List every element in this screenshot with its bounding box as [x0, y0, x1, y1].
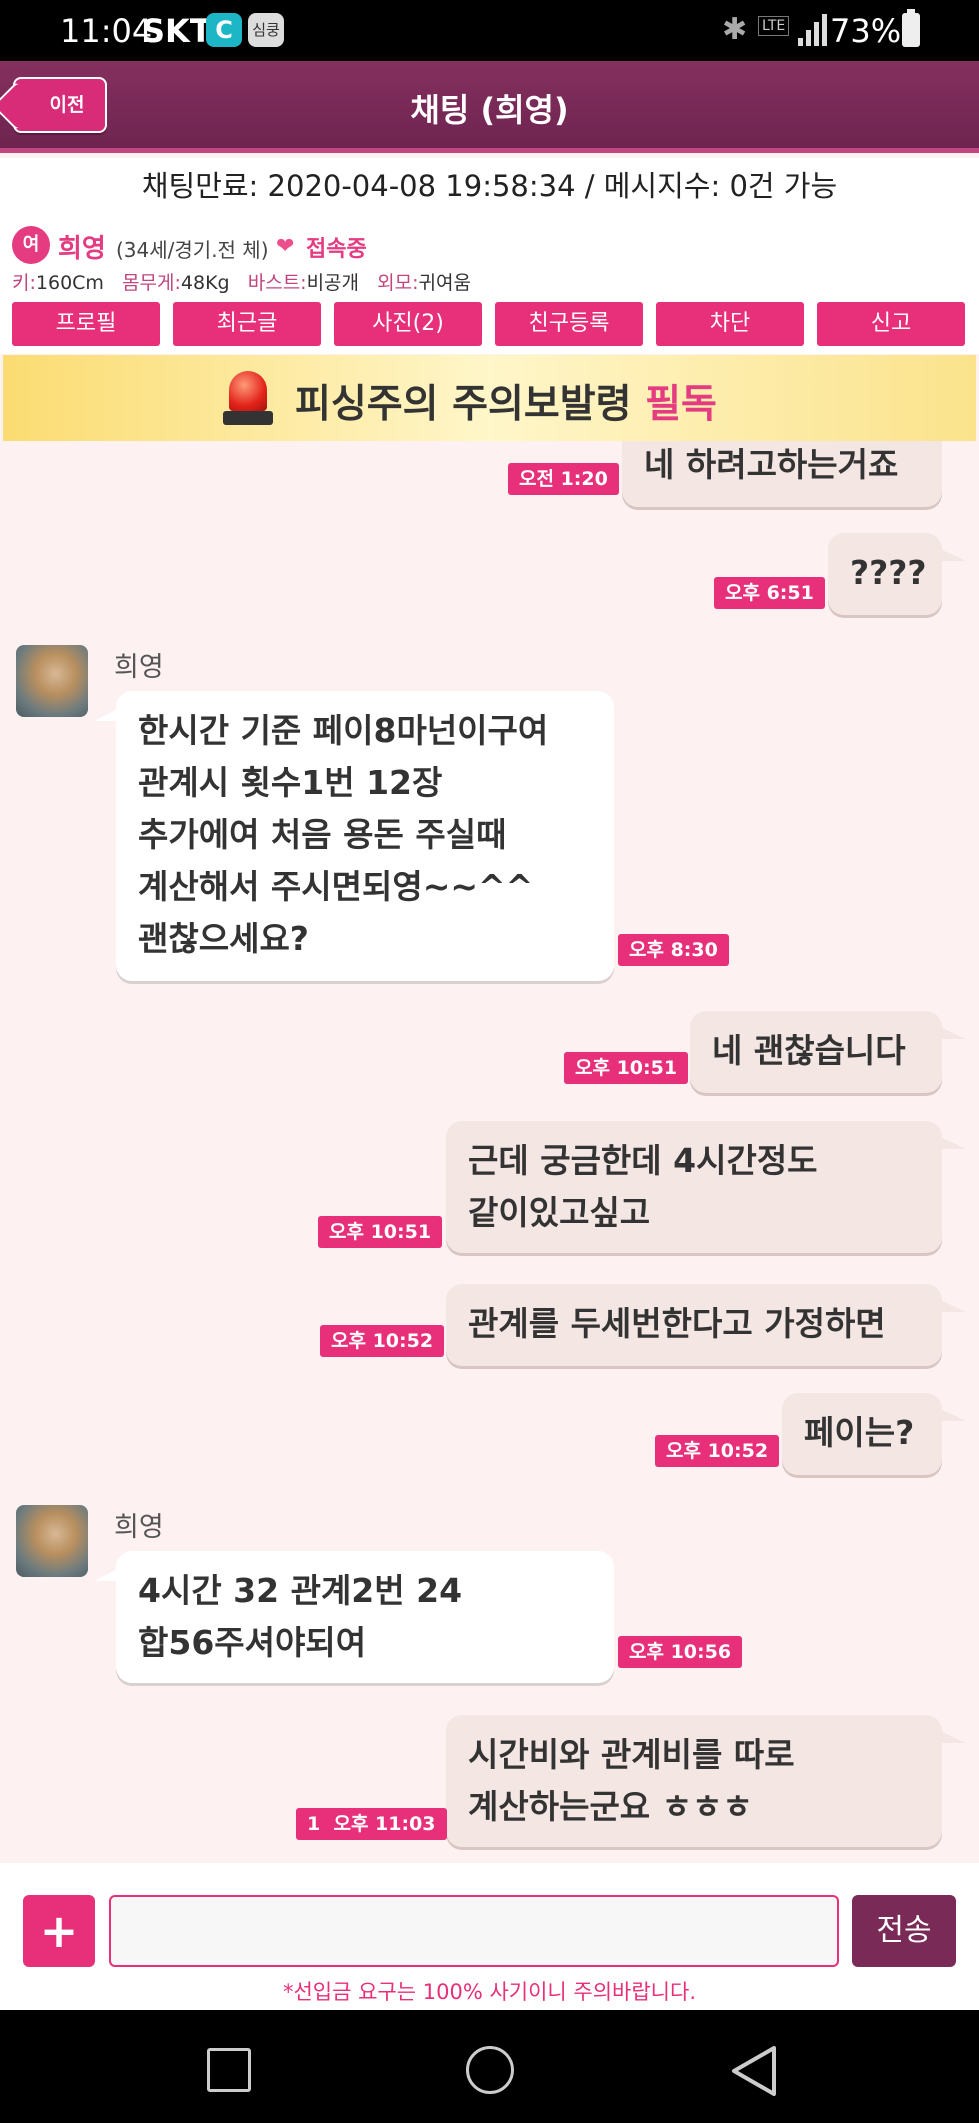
chat-expiry-info: 채팅만료: 2020-04-08 19:58:34 / 메시지수: 0건 가능: [0, 158, 979, 214]
avatar[interactable]: [16, 645, 88, 717]
message-bubble-sent: 관계를 두세번한다고 가정하면: [446, 1284, 966, 1366]
message-time: 오후 10:52: [320, 1325, 445, 1357]
profile-details: (34세/경기.전 체): [116, 238, 269, 262]
message-time: 1 오후 11:03: [296, 1808, 447, 1840]
app-notification-icon: 심쿵: [248, 13, 284, 47]
battery-percent: 73%: [830, 12, 902, 50]
signal-icon: [798, 14, 828, 46]
message-bubble-received: 한시간 기준 페이8마넌이구여 관계시 횟수1번 12장 추가에여 처음 용돈 …: [94, 691, 614, 981]
attach-button[interactable]: +: [23, 1895, 95, 1967]
tab-photos[interactable]: 사진(2): [334, 302, 482, 346]
chat-messages[interactable]: 네 하려고하는거죠 오전 1:20 ???? 오후 6:51 희영 한시간 기준…: [0, 441, 979, 1861]
app-header: 이전 채팅 (희영): [0, 61, 979, 153]
tab-add-friend[interactable]: 친구등록: [495, 302, 643, 346]
status-bar: 11:04 SKT C 심쿵 ✱ LTE 73%: [0, 0, 979, 61]
message-bubble-sent: 네 하려고하는거죠: [622, 441, 942, 507]
message-bubble-received: 4시간 32 관계2번 24 합56주셔야되여: [94, 1551, 614, 1683]
message-bubble-sent: 네 괜찮습니다: [690, 1011, 966, 1093]
message-time: 오후 6:51: [714, 577, 825, 609]
bluetooth-icon: ✱: [722, 12, 748, 47]
battery-icon: [902, 9, 920, 47]
page-title: 채팅 (희영): [410, 91, 569, 129]
siren-icon: [223, 367, 273, 429]
message-bubble-sent: 시간비와 관계비를 따로 계산하는군요 ㅎㅎㅎ: [446, 1715, 966, 1847]
message-time: 오후 10:51: [564, 1052, 689, 1084]
profile-summary: 여 희영 (34세/경기.전 체) ❤ 접속중 키:160Cm 몸무게:48Kg…: [0, 214, 979, 294]
online-status: 접속중: [306, 237, 367, 262]
back-icon[interactable]: [728, 2044, 780, 2098]
message-time: 오전 1:20: [508, 463, 619, 495]
system-nav-bar: [0, 2010, 979, 2123]
recent-apps-icon[interactable]: [207, 2048, 251, 2092]
message-time: 오후 8:30: [618, 934, 729, 966]
tab-block[interactable]: 차단: [656, 302, 804, 346]
profile-stats: 키:160Cm 몸무게:48Kg 바스트:비공개 외모:귀여움: [12, 272, 471, 294]
sender-name: 희영: [114, 1512, 164, 1543]
profile-name[interactable]: 희영: [58, 228, 106, 265]
fraud-disclaimer: *선입금 요구는 100% 사기이니 주의바랍니다.: [282, 1980, 697, 2004]
send-button[interactable]: 전송: [852, 1895, 956, 1967]
tab-report[interactable]: 신고: [817, 302, 965, 346]
heart-icon: ❤: [276, 234, 295, 259]
avatar[interactable]: [16, 1505, 88, 1577]
tab-recent-posts[interactable]: 최근글: [173, 302, 321, 346]
tab-profile[interactable]: 프로필: [12, 302, 160, 346]
action-tabs: 프로필 최근글 사진(2) 친구등록 차단 신고: [0, 294, 979, 354]
gender-badge: 여: [12, 226, 50, 264]
sender-name: 희영: [114, 652, 164, 683]
message-time: 오후 10:52: [655, 1435, 780, 1467]
warning-text: 피싱주의 주의보발령 필독: [295, 382, 717, 427]
message-bubble-sent: 페이는?: [782, 1393, 966, 1475]
message-input[interactable]: [109, 1895, 839, 1967]
phishing-warning-banner[interactable]: 피싱주의 주의보발령 필독: [3, 355, 976, 441]
message-bubble-sent: ????: [828, 533, 966, 615]
message-time: 오후 10:51: [318, 1216, 443, 1248]
message-time: 오후 10:56: [618, 1636, 743, 1668]
app-notification-icon: C: [206, 13, 242, 47]
home-icon[interactable]: [466, 2046, 514, 2094]
message-bubble-sent: 근데 궁금한데 4시간정도 같이있고싶고: [446, 1121, 966, 1253]
unread-count: 1: [307, 1813, 321, 1835]
lte-icon: LTE: [758, 16, 790, 36]
status-carrier: SKT: [142, 12, 212, 50]
status-time: 11:04: [60, 12, 153, 50]
